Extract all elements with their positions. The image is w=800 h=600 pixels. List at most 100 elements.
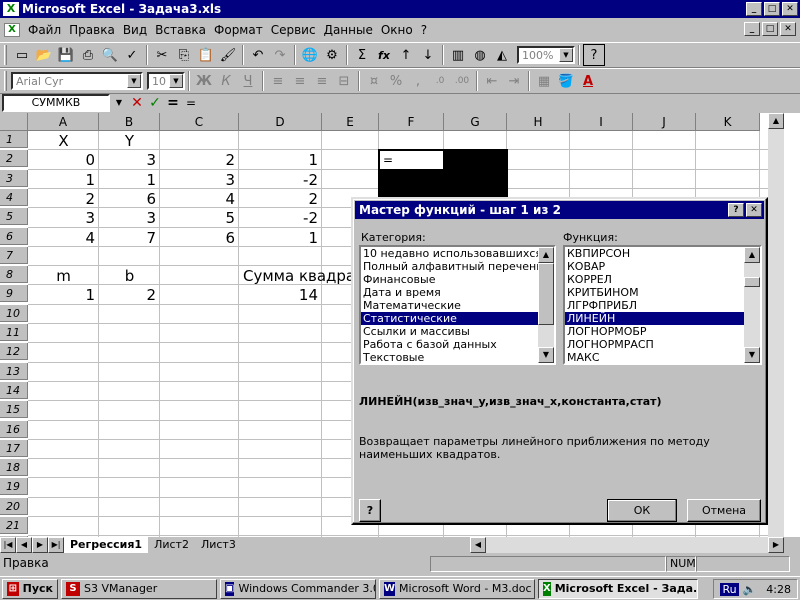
map-icon[interactable]: ◍ [469, 44, 491, 66]
fill-color-icon[interactable]: 🪣 [555, 70, 577, 92]
cell-b4[interactable]: 6 [99, 189, 160, 209]
row-header-13[interactable]: 13 [0, 362, 28, 380]
cell-c6[interactable]: 6 [160, 228, 239, 248]
menu-tools[interactable]: Сервис [267, 23, 320, 37]
row-header-8[interactable]: 8 [0, 266, 28, 284]
increase-decimal-icon[interactable]: .0 [429, 70, 451, 92]
row-header-20[interactable]: 20 [0, 497, 28, 515]
redo-icon[interactable]: ↷ [269, 44, 291, 66]
last-sheet-button[interactable]: ▶| [48, 537, 64, 553]
speaker-icon[interactable]: 🔈 [743, 583, 757, 596]
cell-a6[interactable]: 4 [28, 228, 99, 248]
underline-button[interactable]: Ч [237, 70, 259, 92]
sheet-tab-regression1[interactable]: Регрессия1 [64, 537, 149, 553]
format-painter-icon[interactable]: 🖌 [217, 44, 239, 66]
row-header-12[interactable]: 12 [0, 343, 28, 361]
row-header-17[interactable]: 17 [0, 439, 28, 457]
first-sheet-button[interactable]: |◀ [0, 537, 16, 553]
cell-a3[interactable]: 1 [28, 170, 99, 190]
category-item[interactable]: Математические [361, 299, 539, 312]
column-header-j[interactable]: J [633, 113, 696, 131]
category-item[interactable]: Текстовые [361, 351, 539, 363]
enter-icon[interactable]: ✓ [146, 94, 164, 112]
row-header-5[interactable]: 5 [0, 208, 28, 226]
sheet-tab-sheet3[interactable]: Лист3 [195, 537, 242, 553]
row-header-16[interactable]: 16 [0, 420, 28, 438]
cell-c4[interactable]: 4 [160, 189, 239, 209]
paste-icon[interactable]: 📋 [195, 44, 217, 66]
align-center-icon[interactable]: ≡ [289, 70, 311, 92]
sheet-tab-sheet2[interactable]: Лист2 [148, 537, 195, 553]
menu-data[interactable]: Данные [320, 23, 377, 37]
column-header-k[interactable]: K [696, 113, 760, 131]
category-item[interactable]: Финансовые [361, 273, 539, 286]
next-sheet-button[interactable]: ▶ [32, 537, 48, 553]
function-item[interactable]: МАКС [565, 351, 744, 363]
row-header-3[interactable]: 3 [0, 169, 28, 187]
column-header-i[interactable]: I [570, 113, 633, 131]
currency-icon[interactable]: ¤ [363, 70, 385, 92]
column-header-g[interactable]: G [444, 113, 507, 131]
chevron-down-icon[interactable]: ▼ [169, 74, 183, 88]
task-s3vmanager[interactable]: S S3 VManager [61, 578, 217, 599]
menu-format[interactable]: Формат [210, 23, 267, 37]
scroll-up-button[interactable]: ▲ [538, 247, 554, 263]
cell-a4[interactable]: 2 [28, 189, 99, 209]
category-item[interactable]: Ссылки и массивы [361, 325, 539, 338]
function-item[interactable]: КВПИРСОН [565, 247, 744, 260]
prev-sheet-button[interactable]: ◀ [16, 537, 32, 553]
cell-d9[interactable]: 14 [239, 285, 322, 305]
cell-d5[interactable]: -2 [239, 208, 322, 228]
cell-b8[interactable]: b [99, 266, 160, 286]
sort-ascending-icon[interactable]: ↑ [395, 44, 417, 66]
task-windows-commander[interactable]: ▣ Windows Commander 3.0... [220, 578, 376, 599]
increase-indent-icon[interactable]: ⇥ [503, 70, 525, 92]
scroll-down-button[interactable]: ▼ [744, 347, 760, 363]
row-header-14[interactable]: 14 [0, 381, 28, 399]
row-header-9[interactable]: 9 [0, 285, 28, 303]
task-excel[interactable]: X Microsoft Excel - Зада... [538, 578, 698, 599]
print-icon[interactable]: ⎙ [77, 44, 99, 66]
column-header-a[interactable]: A [28, 113, 99, 131]
percent-button[interactable]: % [385, 70, 407, 92]
undo-icon[interactable]: ↶ [247, 44, 269, 66]
scroll-thumb[interactable] [538, 263, 554, 325]
align-left-icon[interactable]: ≡ [267, 70, 289, 92]
equals-button[interactable]: = [164, 94, 182, 112]
chevron-down-icon[interactable]: ▼ [559, 48, 573, 62]
align-right-icon[interactable]: ≡ [311, 70, 333, 92]
cell-a2[interactable]: 0 [28, 150, 99, 170]
function-item[interactable]: ЛОГНОРМРАСП [565, 338, 744, 351]
row-header-10[interactable]: 10 [0, 304, 28, 322]
dialog-close-button[interactable]: ✕ [746, 203, 762, 217]
category-item[interactable]: Дата и время [361, 286, 539, 299]
menu-edit[interactable]: Правка [65, 23, 119, 37]
name-box-dropdown[interactable]: ▼ [110, 94, 128, 112]
cell-a9[interactable]: 1 [28, 285, 99, 305]
drawing-icon[interactable]: ◭ [491, 44, 513, 66]
decrease-indent-icon[interactable]: ⇤ [481, 70, 503, 92]
hyperlink-icon[interactable]: 🌐 [299, 44, 321, 66]
row-header-15[interactable]: 15 [0, 401, 28, 419]
document-icon[interactable]: X [4, 23, 20, 37]
cell-a1[interactable]: X [28, 131, 99, 151]
scroll-left-button[interactable]: ◀ [470, 537, 486, 553]
cell-b6[interactable]: 7 [99, 228, 160, 248]
category-item[interactable]: Полный алфавитный перечень [361, 260, 543, 273]
web-toolbar-icon[interactable]: ⚙ [321, 44, 343, 66]
function-item[interactable]: ЛИНЕЙН [565, 312, 744, 325]
borders-icon[interactable]: ▦ [533, 70, 555, 92]
font-size-select[interactable]: 10 ▼ [147, 72, 185, 90]
cancel-button[interactable]: Отмена [687, 499, 761, 522]
copy-icon[interactable]: ⎘ [173, 44, 195, 66]
ok-button[interactable]: ОК [607, 499, 677, 522]
function-listbox[interactable]: КВПИРСОН КОВАР КОРРЕЛ КРИТБИНОМ ЛГРФПРИБЛ ЛИН… [563, 245, 762, 365]
new-icon[interactable]: ▭ [11, 44, 33, 66]
function-item[interactable]: КОВАР [565, 260, 744, 273]
column-header-b[interactable]: B [99, 113, 160, 131]
doc-close-button[interactable]: ✕ [780, 22, 796, 36]
comma-button[interactable]: , [407, 70, 429, 92]
function-item[interactable]: КОРРЕЛ [565, 273, 744, 286]
column-header-d[interactable]: D [239, 113, 322, 131]
toolbar-grip[interactable] [4, 45, 7, 65]
